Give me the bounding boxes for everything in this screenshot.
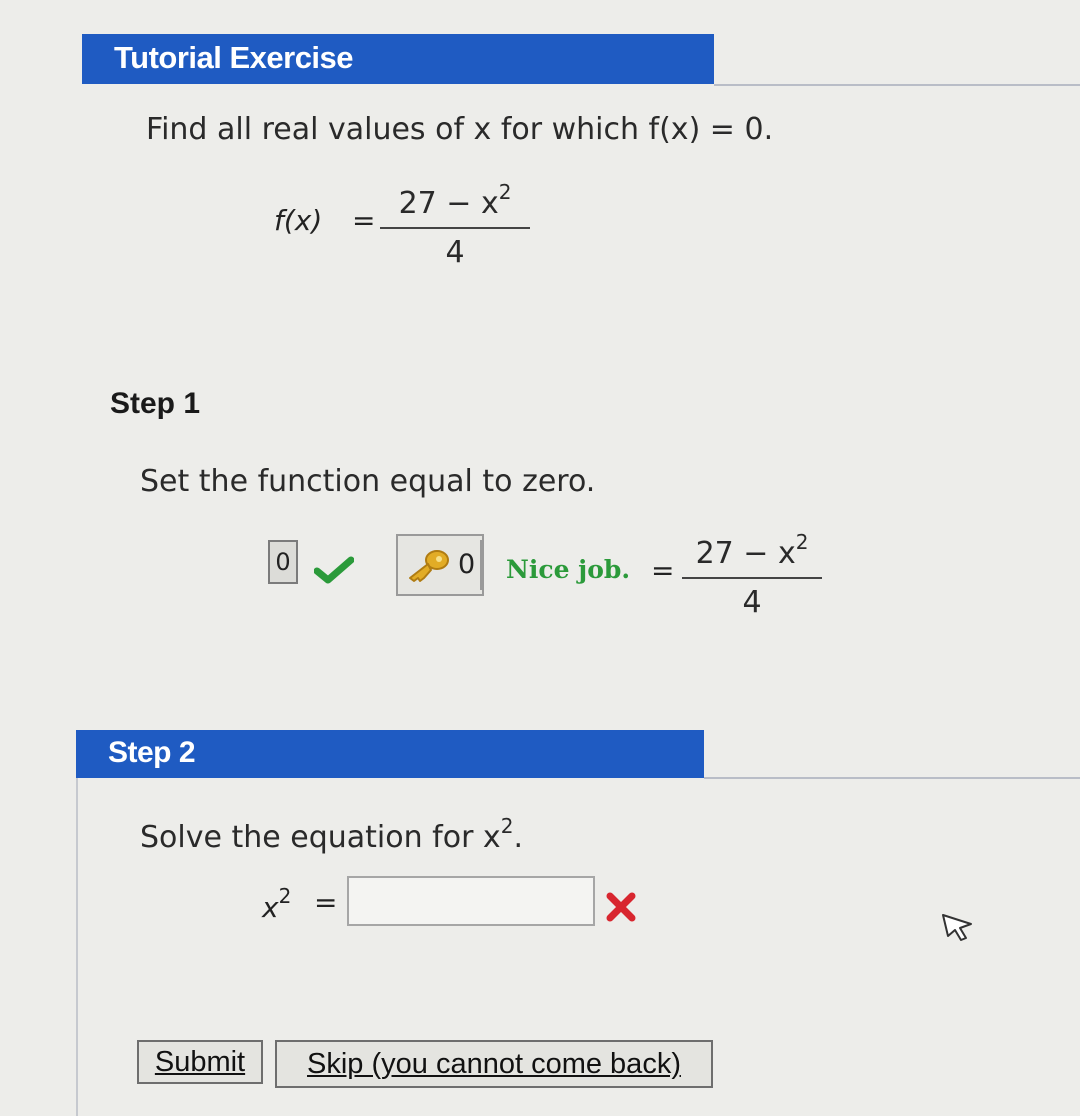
step2-label: Step 2 bbox=[108, 736, 196, 769]
step2-panel-border bbox=[76, 778, 78, 1116]
submit-button[interactable]: Submit bbox=[137, 1040, 263, 1084]
step2-instruction: Solve the equation for x2. bbox=[140, 814, 523, 855]
step1-feedback: Nice job. bbox=[506, 555, 631, 584]
step1-answer: 0 bbox=[268, 540, 298, 584]
problem-prompt: Find all real values of x for which f(x)… bbox=[146, 112, 774, 147]
step2-equals: = bbox=[314, 886, 338, 919]
step1-fraction: 27 − x2 4 bbox=[682, 530, 822, 620]
key-value: 0 bbox=[458, 549, 476, 580]
tutorial-title: Tutorial Exercise bbox=[114, 40, 354, 75]
step2-header: Step 2 bbox=[76, 730, 704, 778]
function-lhs: f(x) bbox=[274, 204, 323, 237]
step1-label: Step 1 bbox=[110, 387, 201, 420]
step1-fraction-numerator: 27 − x2 bbox=[682, 530, 822, 579]
header-divider bbox=[714, 84, 1080, 86]
check-icon bbox=[313, 556, 355, 588]
skip-button[interactable]: Skip (you cannot come back) bbox=[275, 1040, 713, 1088]
mouse-cursor-icon bbox=[940, 912, 974, 946]
tutorial-header: Tutorial Exercise bbox=[82, 34, 714, 84]
step1-instruction: Set the function equal to zero. bbox=[140, 464, 596, 499]
function-definition: f(x) = 27 − x2 4 bbox=[270, 180, 570, 280]
key-icon bbox=[404, 548, 450, 588]
step1-equals: = bbox=[651, 554, 675, 587]
function-fraction: 27 − x2 4 bbox=[380, 180, 530, 270]
step2-input-label: x2 bbox=[262, 884, 292, 924]
step1-fraction-denominator: 4 bbox=[742, 585, 762, 620]
function-equals: = bbox=[352, 204, 376, 237]
step2-answer-input[interactable] bbox=[347, 876, 595, 926]
step2-divider bbox=[704, 777, 1080, 779]
fraction-numerator: 27 − x2 bbox=[380, 180, 530, 229]
key-value-divider bbox=[480, 540, 482, 590]
step1-key-answer: 0 bbox=[396, 534, 484, 596]
x-icon bbox=[606, 892, 636, 926]
fraction-denominator: 4 bbox=[445, 235, 465, 270]
